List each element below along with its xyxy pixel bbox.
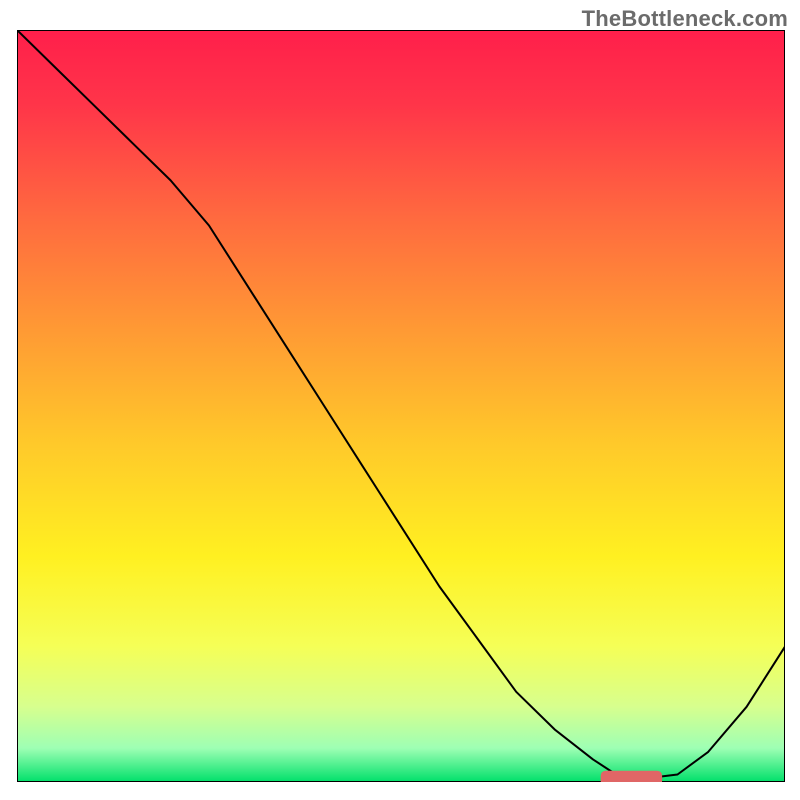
chart-svg <box>17 30 785 782</box>
plot-area <box>17 30 785 782</box>
watermark-text: TheBottleneck.com <box>582 6 788 32</box>
optimal-marker <box>601 771 662 782</box>
chart-container: TheBottleneck.com <box>0 0 800 800</box>
